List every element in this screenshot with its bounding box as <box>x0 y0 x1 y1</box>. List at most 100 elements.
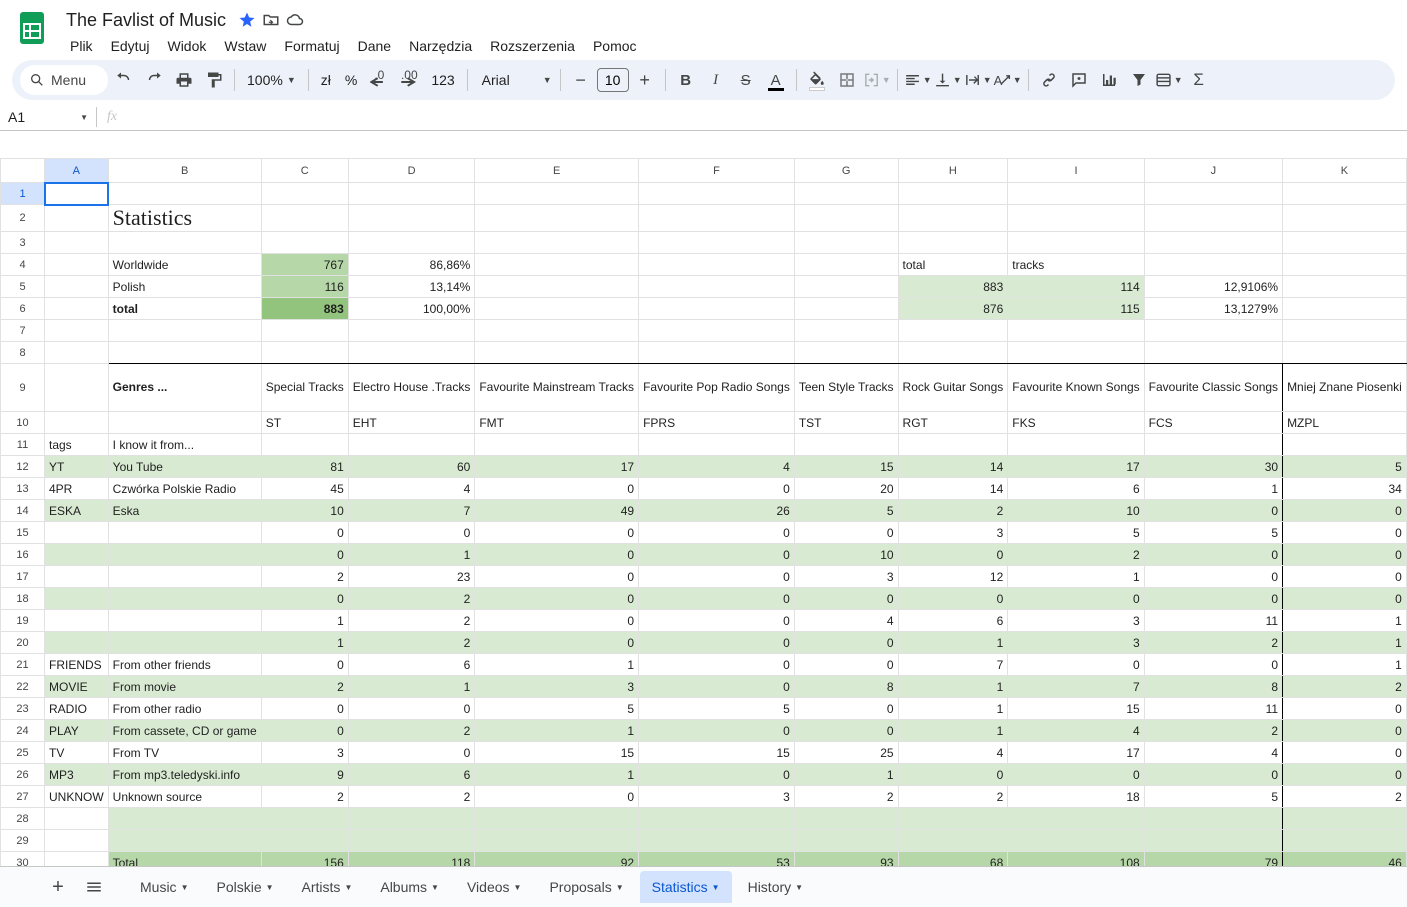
cell[interactable] <box>1008 183 1144 205</box>
cell[interactable] <box>1008 342 1144 364</box>
cell[interactable]: 0 <box>1283 698 1407 720</box>
menu-help[interactable]: Pomoc <box>585 34 645 58</box>
cell[interactable]: 86,86% <box>348 254 475 276</box>
cell[interactable]: TV <box>45 742 109 764</box>
cell[interactable]: tags <box>45 434 109 456</box>
cell[interactable] <box>45 412 109 434</box>
cell[interactable]: 115 <box>1008 298 1144 320</box>
cell[interactable] <box>475 830 639 852</box>
cell[interactable]: 18 <box>1008 786 1144 808</box>
row-header-21[interactable]: 21 <box>1 654 45 676</box>
cell[interactable]: 49 <box>475 500 639 522</box>
cell[interactable]: 12,9106% <box>1144 276 1282 298</box>
cell[interactable]: 0 <box>1283 566 1407 588</box>
cell[interactable]: I know it from... <box>108 434 261 456</box>
row-header-11[interactable]: 11 <box>1 434 45 456</box>
cell[interactable]: Favourite Classic Songs <box>1144 364 1282 412</box>
cell[interactable] <box>261 205 348 232</box>
cell[interactable]: 1 <box>348 676 475 698</box>
cell[interactable]: EHT <box>348 412 475 434</box>
cell[interactable]: 5 <box>639 698 795 720</box>
cell[interactable] <box>475 183 639 205</box>
cell[interactable]: 108 <box>1008 852 1144 868</box>
cell[interactable]: 0 <box>348 522 475 544</box>
cell[interactable]: 11 <box>1144 698 1282 720</box>
cell[interactable] <box>1283 298 1407 320</box>
cell[interactable]: 0 <box>639 764 795 786</box>
cell[interactable]: FMT <box>475 412 639 434</box>
cell[interactable] <box>794 434 898 456</box>
col-header-I[interactable]: I <box>1008 159 1144 183</box>
cell[interactable]: FKS <box>1008 412 1144 434</box>
row-header-14[interactable]: 14 <box>1 500 45 522</box>
cell[interactable]: 2 <box>348 786 475 808</box>
italic-button[interactable]: I <box>702 66 730 94</box>
cell[interactable]: 0 <box>261 698 348 720</box>
font-size-minus[interactable]: − <box>567 66 595 94</box>
cell[interactable]: 1 <box>475 654 639 676</box>
currency-button[interactable]: zł <box>315 72 337 88</box>
cell[interactable]: 15 <box>475 742 639 764</box>
cell[interactable]: 6 <box>1008 478 1144 500</box>
cell[interactable]: Polish <box>108 276 261 298</box>
cell[interactable]: 92 <box>475 852 639 868</box>
cell[interactable]: 1 <box>1008 566 1144 588</box>
cell[interactable]: 17 <box>475 456 639 478</box>
fill-color-button[interactable] <box>803 66 831 94</box>
cell[interactable]: 1 <box>794 764 898 786</box>
cell[interactable] <box>45 364 109 412</box>
bold-button[interactable]: B <box>672 66 700 94</box>
cell[interactable] <box>45 232 109 254</box>
cell[interactable] <box>45 205 109 232</box>
cell[interactable]: 8 <box>1144 676 1282 698</box>
cell[interactable] <box>45 183 109 205</box>
cell[interactable]: 1 <box>1283 654 1407 676</box>
cell[interactable]: 14 <box>898 478 1008 500</box>
cloud-status-icon[interactable] <box>286 11 304 29</box>
cell[interactable]: 1 <box>475 720 639 742</box>
cell[interactable]: 0 <box>475 544 639 566</box>
cell[interactable]: 15 <box>1008 698 1144 720</box>
print-button[interactable] <box>170 66 198 94</box>
name-box[interactable]: A1▼ <box>0 109 96 125</box>
cell[interactable]: 0 <box>898 588 1008 610</box>
star-icon[interactable] <box>238 11 256 29</box>
cell[interactable] <box>794 342 898 364</box>
cell[interactable] <box>1283 434 1407 456</box>
valign-button[interactable]: ▼ <box>934 66 962 94</box>
col-header-D[interactable]: D <box>348 159 475 183</box>
cell[interactable]: 7 <box>348 500 475 522</box>
cell[interactable]: ST <box>261 412 348 434</box>
cell[interactable]: 10 <box>1008 500 1144 522</box>
cell[interactable]: 0 <box>1144 654 1282 676</box>
cell[interactable] <box>898 205 1008 232</box>
cell[interactable]: 3 <box>1008 610 1144 632</box>
tableview-button[interactable]: ▼ <box>1155 66 1183 94</box>
row-header-10[interactable]: 10 <box>1 412 45 434</box>
cell[interactable]: ESKA <box>45 500 109 522</box>
cell[interactable] <box>898 183 1008 205</box>
cell[interactable]: 0 <box>261 588 348 610</box>
cell[interactable] <box>348 205 475 232</box>
cell[interactable]: 114 <box>1008 276 1144 298</box>
row-header-8[interactable]: 8 <box>1 342 45 364</box>
cell[interactable] <box>639 830 795 852</box>
cell[interactable] <box>639 342 795 364</box>
cell[interactable] <box>475 808 639 830</box>
cell[interactable] <box>639 298 795 320</box>
cell[interactable]: 0 <box>261 544 348 566</box>
cell[interactable]: MOVIE <box>45 676 109 698</box>
cell[interactable] <box>1144 808 1282 830</box>
cell[interactable] <box>639 276 795 298</box>
cell[interactable]: 0 <box>261 522 348 544</box>
cell[interactable]: From other radio <box>108 698 261 720</box>
cell[interactable]: 6 <box>348 654 475 676</box>
cell[interactable] <box>794 183 898 205</box>
cell[interactable] <box>348 320 475 342</box>
cell[interactable]: 15 <box>794 456 898 478</box>
cell[interactable] <box>639 254 795 276</box>
cell[interactable]: From other friends <box>108 654 261 676</box>
cell[interactable] <box>45 610 109 632</box>
cell[interactable]: 0 <box>639 588 795 610</box>
text-color-button[interactable]: A <box>762 66 790 94</box>
